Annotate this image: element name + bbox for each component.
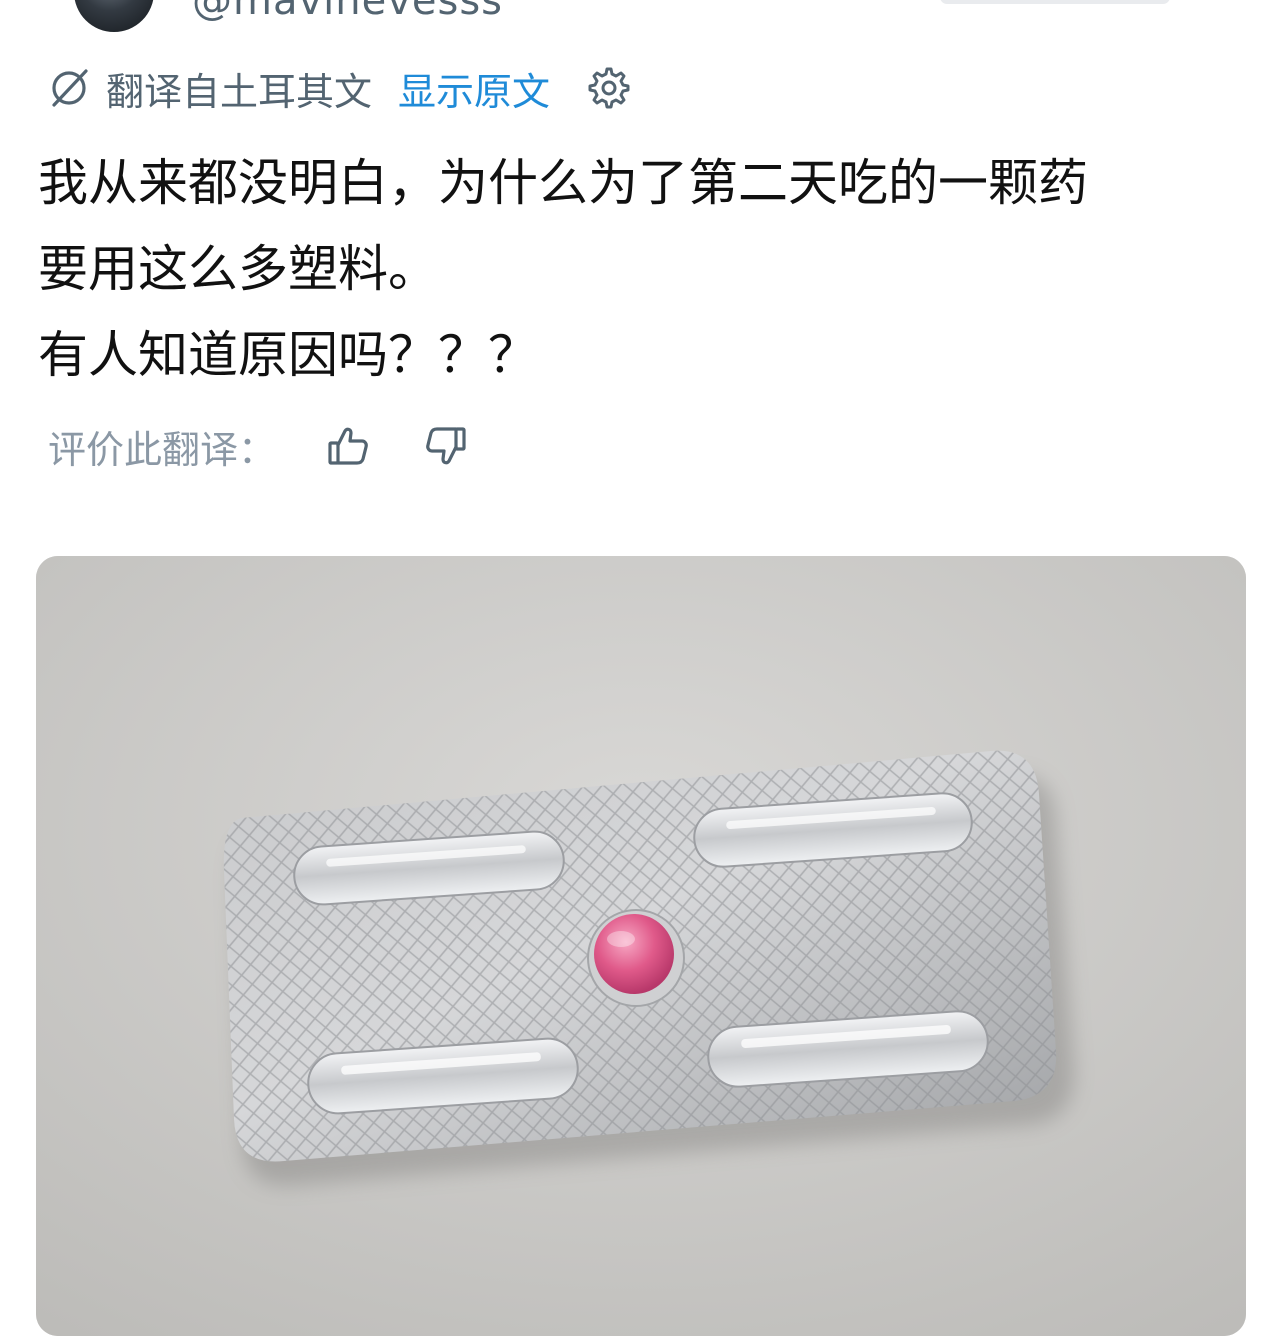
- post-text-line: 有人知道原因吗？？？: [38, 326, 538, 384]
- translate-icon: [46, 65, 92, 111]
- follow-button[interactable]: [940, 0, 1170, 4]
- rate-translation-label: 评价此翻译：: [48, 427, 277, 472]
- post-body: 我从来都没明白，为什么为了第二天吃的一颗药 要用这么多塑料。 有人知道原因吗？？…: [38, 140, 1258, 398]
- thumbs-up-icon[interactable]: [322, 420, 374, 472]
- avatar[interactable]: [74, 0, 154, 32]
- translation-bar: 翻译自土耳其文 显示原文: [46, 60, 632, 116]
- rate-translation-bar: 评价此翻译：: [48, 418, 472, 474]
- post-text-line: 我从来都没明白，为什么为了第二天吃的一颗药: [38, 154, 1088, 212]
- blister-pack-photo: [36, 556, 1246, 1336]
- show-original-link[interactable]: 显示原文: [398, 61, 550, 116]
- gear-icon[interactable]: [586, 65, 632, 111]
- pill: [594, 914, 674, 994]
- user-handle[interactable]: @mavinevesss: [192, 0, 503, 24]
- post-image[interactable]: [36, 556, 1246, 1336]
- thumbs-down-icon[interactable]: [420, 420, 472, 472]
- post-text-line: 要用这么多塑料。: [38, 240, 438, 298]
- post-header: @mavinevesss: [0, 0, 1280, 40]
- translated-from-label: 翻译自土耳其文: [106, 69, 373, 114]
